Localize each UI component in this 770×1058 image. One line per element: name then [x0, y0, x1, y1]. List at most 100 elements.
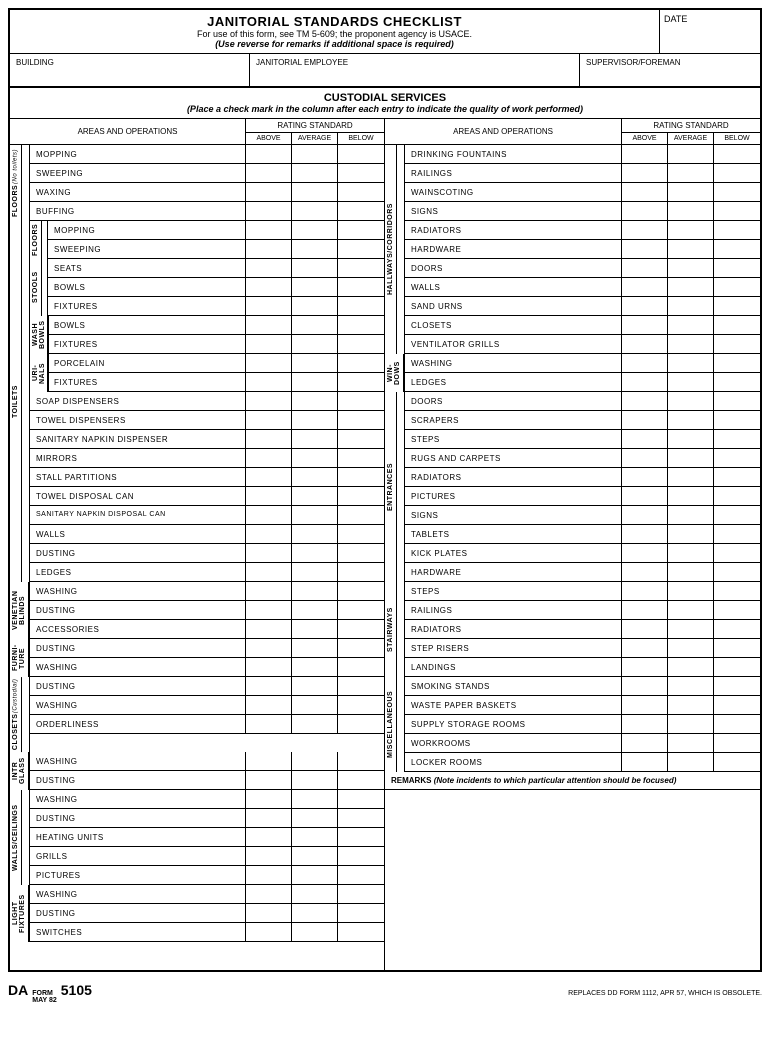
check-cell[interactable] [338, 183, 384, 201]
check-cell[interactable] [338, 240, 384, 258]
date-field[interactable]: DATE [660, 10, 760, 53]
check-cell[interactable] [338, 809, 384, 827]
check-cell[interactable] [292, 563, 338, 581]
check-cell[interactable] [714, 753, 760, 771]
check-cell[interactable] [668, 411, 714, 429]
check-cell[interactable] [668, 620, 714, 638]
check-cell[interactable] [338, 601, 384, 619]
check-cell[interactable] [622, 734, 668, 752]
check-cell[interactable] [622, 544, 668, 562]
check-cell[interactable] [622, 582, 668, 600]
check-cell[interactable] [338, 658, 384, 676]
check-cell[interactable] [338, 373, 384, 391]
check-cell[interactable] [338, 828, 384, 846]
check-cell[interactable] [622, 373, 668, 391]
check-cell[interactable] [668, 259, 714, 277]
check-cell[interactable] [668, 297, 714, 315]
check-cell[interactable] [338, 164, 384, 182]
check-cell[interactable] [246, 164, 292, 182]
check-cell[interactable] [714, 335, 760, 353]
check-cell[interactable] [668, 316, 714, 334]
check-cell[interactable] [246, 145, 292, 163]
check-cell[interactable] [292, 354, 338, 372]
check-cell[interactable] [338, 297, 384, 315]
check-cell[interactable] [292, 658, 338, 676]
check-cell[interactable] [338, 790, 384, 808]
check-cell[interactable] [668, 544, 714, 562]
check-cell[interactable] [714, 392, 760, 410]
check-cell[interactable] [668, 525, 714, 543]
check-cell[interactable] [622, 696, 668, 714]
check-cell[interactable] [668, 354, 714, 372]
check-cell[interactable] [714, 316, 760, 334]
check-cell[interactable] [714, 373, 760, 391]
check-cell[interactable] [714, 582, 760, 600]
check-cell[interactable] [714, 677, 760, 695]
check-cell[interactable] [668, 240, 714, 258]
check-cell[interactable] [246, 771, 292, 789]
check-cell[interactable] [246, 373, 292, 391]
check-cell[interactable] [622, 259, 668, 277]
check-cell[interactable] [292, 240, 338, 258]
check-cell[interactable] [246, 544, 292, 562]
check-cell[interactable] [668, 563, 714, 581]
check-cell[interactable] [668, 734, 714, 752]
check-cell[interactable] [292, 297, 338, 315]
check-cell[interactable] [246, 847, 292, 865]
check-cell[interactable] [622, 430, 668, 448]
check-cell[interactable] [714, 259, 760, 277]
check-cell[interactable] [714, 202, 760, 220]
building-field[interactable]: BUILDING [10, 54, 250, 86]
check-cell[interactable] [338, 752, 384, 770]
check-cell[interactable] [246, 506, 292, 524]
check-cell[interactable] [292, 866, 338, 884]
check-cell[interactable] [622, 620, 668, 638]
check-cell[interactable] [714, 354, 760, 372]
check-cell[interactable] [714, 487, 760, 505]
check-cell[interactable] [714, 430, 760, 448]
check-cell[interactable] [668, 753, 714, 771]
check-cell[interactable] [246, 639, 292, 657]
check-cell[interactable] [622, 221, 668, 239]
check-cell[interactable] [714, 658, 760, 676]
check-cell[interactable] [668, 449, 714, 467]
check-cell[interactable] [622, 715, 668, 733]
check-cell[interactable] [622, 525, 668, 543]
check-cell[interactable] [292, 923, 338, 941]
employee-field[interactable]: JANITORIAL EMPLOYEE [250, 54, 580, 86]
check-cell[interactable] [714, 620, 760, 638]
check-cell[interactable] [292, 847, 338, 865]
check-cell[interactable] [246, 449, 292, 467]
check-cell[interactable] [622, 601, 668, 619]
check-cell[interactable] [668, 506, 714, 524]
check-cell[interactable] [668, 221, 714, 239]
check-cell[interactable] [714, 468, 760, 486]
check-cell[interactable] [292, 790, 338, 808]
check-cell[interactable] [246, 677, 292, 695]
check-cell[interactable] [338, 715, 384, 733]
check-cell[interactable] [246, 904, 292, 922]
check-cell[interactable] [668, 164, 714, 182]
check-cell[interactable] [338, 904, 384, 922]
check-cell[interactable] [292, 828, 338, 846]
check-cell[interactable] [668, 392, 714, 410]
check-cell[interactable] [714, 145, 760, 163]
check-cell[interactable] [668, 183, 714, 201]
check-cell[interactable] [246, 790, 292, 808]
check-cell[interactable] [622, 183, 668, 201]
check-cell[interactable] [338, 411, 384, 429]
check-cell[interactable] [292, 316, 338, 334]
check-cell[interactable] [668, 696, 714, 714]
check-cell[interactable] [246, 335, 292, 353]
check-cell[interactable] [292, 335, 338, 353]
check-cell[interactable] [714, 601, 760, 619]
check-cell[interactable] [338, 145, 384, 163]
check-cell[interactable] [338, 525, 384, 543]
check-cell[interactable] [622, 240, 668, 258]
check-cell[interactable] [668, 582, 714, 600]
check-cell[interactable] [292, 601, 338, 619]
check-cell[interactable] [246, 354, 292, 372]
check-cell[interactable] [668, 487, 714, 505]
check-cell[interactable] [338, 221, 384, 239]
check-cell[interactable] [622, 335, 668, 353]
